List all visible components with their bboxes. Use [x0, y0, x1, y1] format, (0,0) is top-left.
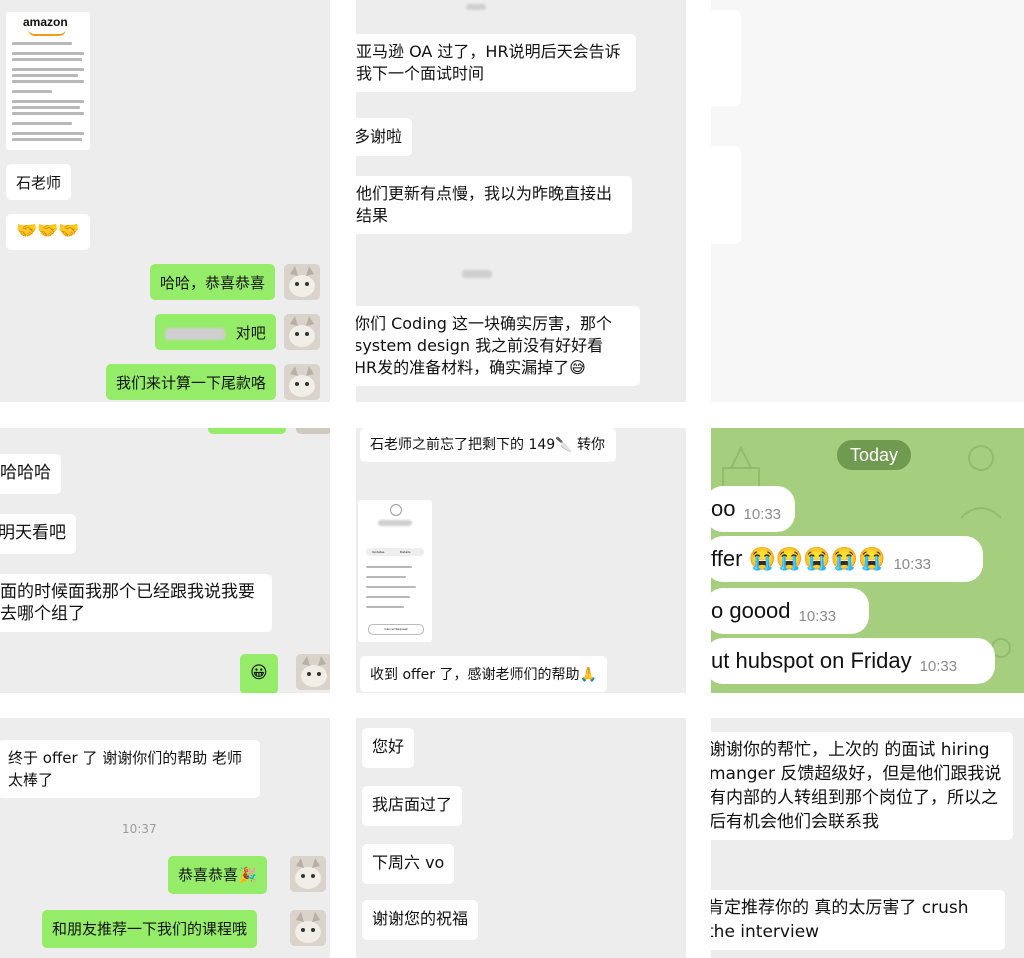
chat-panel-8: 您好 我店面过了 下周六 vo 谢谢您的祝福	[356, 718, 686, 958]
message-text: 对吧	[235, 324, 266, 342]
message-bubble-recommend: 肯定推荐你的 真的太厉害了 crush the interview	[711, 890, 1005, 950]
message-text: 哈哈，恭喜恭喜	[160, 274, 266, 292]
message-bubble-oa: 亚马逊 OA 过了，HR说明后天会告诉我下一个面试时间	[356, 34, 636, 92]
telegram-panel: Today oo 10:33 ffer 😭😭😭😭😭 10:33 o goood 10:…	[711, 428, 1024, 693]
message-time: 10:33	[893, 556, 932, 573]
message-text: 收到 offer 了，感谢老师们的帮助🙏	[370, 667, 597, 683]
message-text: 下周六 vo	[372, 853, 445, 872]
message-text: o goood	[711, 598, 791, 623]
message-text: 终于 offer 了 谢谢你们的帮助 老师太棒了	[8, 749, 242, 789]
message-text: 谢谢您的祝福	[372, 909, 469, 928]
message-text: 亚马逊 OA 过了，HR说明后天会告诉我下一个面试时间	[356, 42, 621, 83]
telegram-message: oo 10:33	[711, 486, 795, 532]
cat-avatar[interactable]	[296, 654, 330, 690]
message-time: 10:33	[798, 608, 837, 625]
phone-tabs: Updates Details	[366, 548, 424, 556]
message-text: oo	[711, 496, 736, 521]
message-bubble-haha: 哈哈哈	[0, 454, 61, 494]
message-bubble-tomorrow: 明天看吧	[0, 514, 76, 554]
message-text: 明天看吧	[0, 523, 66, 543]
cat-avatar[interactable]	[290, 910, 326, 946]
message-text: 你们 Coding 这一块确实厉害，那个 system design 我之前没有…	[356, 314, 613, 377]
message-text: 他们更新有点慢，我以为昨晚直接出结果	[356, 184, 613, 225]
cat-avatar[interactable]	[284, 314, 320, 350]
reply-bubble-recommend: 和朋友推荐一下我们的课程哦	[42, 910, 258, 948]
reply-bubble-blurred: 对吧	[155, 314, 276, 350]
reply-bubble-congrats: 恭喜恭喜🎉	[168, 856, 267, 894]
cancel-request-button[interactable]: Cancel Request	[368, 624, 424, 635]
blurred-amount	[165, 327, 225, 340]
message-time: 10:33	[919, 658, 958, 675]
message-text: 石老师	[16, 174, 62, 192]
message-bubble-team: 面的时候面我那个已经跟我说我要去哪个组了	[0, 574, 272, 632]
message-text: 面的时候面我那个已经跟我说我要去哪个组了	[0, 582, 255, 624]
telegram-message: ffer 😭😭😭😭😭 10:33	[711, 536, 983, 582]
chat-panel-2: 亚马逊 OA 过了，HR说明后天会告诉我下一个面试时间 多谢啦 他们更新有点慢，…	[356, 0, 686, 402]
message-text: 石老师之前忘了把剩下的 149🔪 转你	[370, 437, 606, 453]
chat-panel-5: 石老师之前忘了把剩下的 149🔪 转你 Updates Details Canc…	[356, 428, 686, 693]
date-pill-today: Today	[837, 440, 911, 470]
chat-panel-9: 谢谢你的帮忙，上次的 的面试 hiring manger 反馈超级好，但是他们跟…	[711, 718, 1024, 958]
message-bubble-hello: 您好	[362, 728, 415, 768]
message-text: 哈哈哈	[0, 463, 51, 483]
message-bubble-thanks: 多谢啦	[356, 118, 413, 156]
amazon-email-thumbnail[interactable]: amazon	[6, 12, 90, 150]
telegram-message: ut hubspot on Friday 10:33	[711, 638, 995, 684]
message-bubble-vo: 下周六 vo	[362, 844, 455, 884]
chat-panel-1: amazon 石老师 🤝🤝🤝 哈哈，恭喜恭喜 对吧 我们来计算一下尾款咯	[0, 0, 330, 402]
message-text: 谢谢你的帮忙，上次的 的面试 hiring manger 反馈超级好，但是他们跟…	[711, 740, 1002, 832]
message-text: 和朋友推荐一下我们的课程哦	[52, 920, 248, 938]
empty-bubble	[711, 146, 741, 244]
green-bubble-edge	[208, 428, 286, 434]
message-text: 恭喜恭喜🎉	[178, 866, 257, 884]
message-text: 我们来计算一下尾款咯	[116, 374, 267, 392]
message-timestamp: 10:37	[122, 822, 157, 836]
chat-panel-7: 终于 offer 了 谢谢你们的帮助 老师太棒了 10:37 恭喜恭喜🎉 和朋友…	[0, 718, 330, 958]
message-bubble-coding: 你们 Coding 这一块确实厉害，那个 system design 我之前没有…	[356, 306, 640, 386]
tab-details[interactable]: Details	[400, 550, 410, 554]
smile-emoji: 😀	[250, 663, 268, 683]
transfer-icon	[390, 504, 402, 516]
message-bubble-sender-name: 石老师	[6, 164, 72, 200]
reply-bubble-smile: 😀	[240, 654, 278, 693]
message-bubble-offer: 收到 offer 了，感谢老师们的帮助🙏	[360, 656, 607, 692]
cat-avatar[interactable]	[284, 264, 320, 300]
message-text: 您好	[372, 737, 405, 756]
message-text: ut hubspot on Friday	[711, 648, 912, 673]
cat-avatar[interactable]	[290, 856, 326, 892]
amazon-logo: amazon	[23, 15, 68, 29]
reply-bubble-calc: 我们来计算一下尾款咯	[106, 364, 277, 400]
message-text: 肯定推荐你的 真的太厉害了 crush the interview	[711, 898, 969, 942]
chat-panel-4: 哈哈哈 明天看吧 面的时候面我那个已经跟我说我要去哪个组了 😀	[0, 428, 330, 693]
message-text: 多谢啦	[356, 127, 403, 146]
cat-avatar[interactable]	[296, 428, 330, 434]
message-bubble-help: 谢谢你的帮忙，上次的 的面试 hiring manger 反馈超级好，但是他们跟…	[711, 732, 1013, 840]
blurred-timestamp	[462, 270, 492, 278]
message-text: ffer 😭😭😭😭😭	[711, 546, 886, 571]
payment-screenshot-thumbnail[interactable]: Updates Details Cancel Request	[358, 500, 432, 642]
message-bubble-final: 终于 offer 了 谢谢你们的帮助 老师太棒了	[0, 740, 260, 798]
message-bubble-forgot: 石老师之前忘了把剩下的 149🔪 转你	[360, 428, 616, 462]
reply-bubble-congrats: 哈哈，恭喜恭喜	[150, 264, 276, 300]
tab-updates[interactable]: Updates	[372, 550, 384, 554]
message-bubble-blessing: 谢谢您的祝福	[362, 900, 479, 940]
empty-bubble	[711, 10, 741, 106]
telegram-message: o goood 10:33	[711, 588, 869, 634]
handshake-emoji: 🤝🤝🤝	[16, 221, 80, 241]
blurred-header	[466, 4, 486, 10]
message-text: 我店面过了	[372, 795, 453, 814]
cat-avatar[interactable]	[284, 364, 320, 400]
message-bubble-slow: 他们更新有点慢，我以为昨晚直接出结果	[356, 176, 632, 234]
message-bubble-passed: 我店面过了	[362, 786, 463, 826]
message-time: 10:33	[743, 506, 782, 523]
amazon-smile	[28, 29, 66, 36]
chat-panel-3	[711, 0, 1024, 402]
message-bubble-claps: 🤝🤝🤝	[6, 214, 90, 250]
